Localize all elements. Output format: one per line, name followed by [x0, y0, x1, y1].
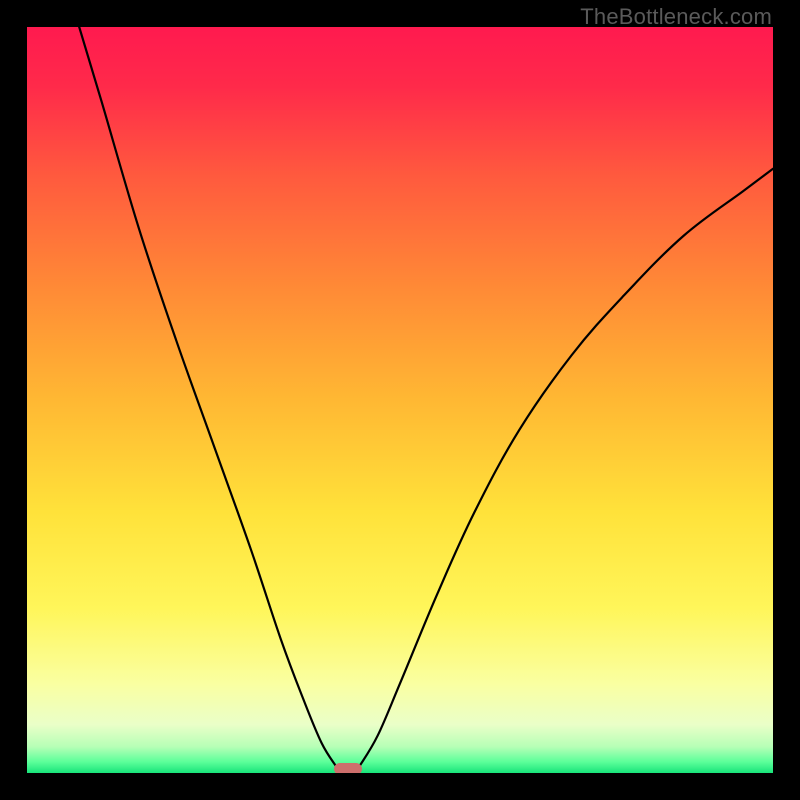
curve-right [359, 169, 773, 767]
plot-area [27, 27, 773, 773]
curve-left [79, 27, 336, 767]
watermark-text: TheBottleneck.com [580, 4, 772, 30]
curve-layer [27, 27, 773, 773]
bottleneck-marker [334, 763, 362, 773]
